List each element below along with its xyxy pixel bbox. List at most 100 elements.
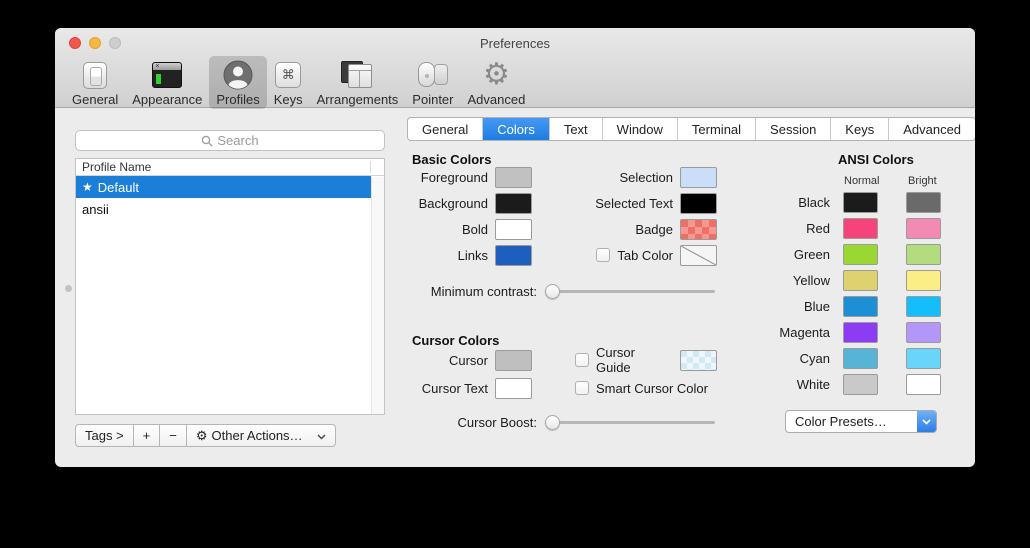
- preferences-window: Preferences General Appearance Profile: [55, 28, 975, 467]
- links-row: Links: [385, 242, 532, 268]
- appearance-icon: [152, 59, 182, 91]
- minimum-contrast-knob[interactable]: [545, 284, 560, 299]
- tab-terminal[interactable]: Terminal: [677, 118, 755, 140]
- ansi-colors-title: ANSI Colors: [838, 152, 914, 167]
- ansi-row-cyan: Cyan: [755, 345, 941, 371]
- foreground-row: Foreground: [385, 164, 532, 190]
- links-color-well[interactable]: [495, 245, 532, 266]
- tab-session[interactable]: Session: [755, 118, 830, 140]
- color-presets-dropdown[interactable]: Color Presets…: [785, 410, 937, 433]
- cursor-guide-color-well[interactable]: [680, 350, 717, 371]
- cursor-guide-checkbox[interactable]: [575, 353, 589, 367]
- cursor-boost-knob[interactable]: [545, 415, 560, 430]
- ansi-row-magenta: Magenta: [755, 319, 941, 345]
- ansi-row-black: Black: [755, 189, 941, 215]
- foreground-color-well[interactable]: [495, 167, 532, 188]
- cursor-colors-right-column: Cursor Guide Smart Cursor Color: [555, 346, 717, 402]
- cursor-color-well[interactable]: [495, 350, 532, 371]
- smart-cursor-color-checkbox[interactable]: [575, 381, 589, 395]
- search-input[interactable]: Search: [75, 130, 385, 151]
- ansi-row-red: Red: [755, 215, 941, 241]
- profile-list-header[interactable]: Profile Name: [76, 159, 384, 176]
- tab-color-checkbox[interactable]: [596, 248, 610, 262]
- tab-advanced[interactable]: Advanced: [888, 118, 975, 140]
- ansi-row-yellow: Yellow: [755, 267, 941, 293]
- profile-tab-bar: General Colors Text Window Terminal Sess…: [407, 117, 975, 141]
- background-row: Background: [385, 190, 532, 216]
- green-bright-well[interactable]: [906, 244, 941, 265]
- chevron-down-icon: [917, 411, 936, 432]
- profile-row-ansii[interactable]: ansii: [76, 198, 371, 220]
- background-color-well[interactable]: [495, 193, 532, 214]
- tab-color-well[interactable]: [680, 245, 717, 266]
- cursor-boost-label: Cursor Boost:: [420, 415, 537, 430]
- white-normal-well[interactable]: [843, 374, 878, 395]
- ansi-bright-header: Bright: [908, 175, 937, 187]
- cursor-text-color-well[interactable]: [495, 378, 532, 399]
- white-bright-well[interactable]: [906, 374, 941, 395]
- red-normal-well[interactable]: [843, 218, 878, 239]
- badge-color-well[interactable]: [680, 219, 717, 240]
- toolbar-item-arrangements[interactable]: Arrangements: [310, 56, 406, 109]
- cyan-bright-well[interactable]: [906, 348, 941, 369]
- selected-text-color-well[interactable]: [680, 193, 717, 214]
- tab-colors[interactable]: Colors: [482, 118, 549, 140]
- blue-bright-well[interactable]: [906, 296, 941, 317]
- other-actions-dropdown[interactable]: ⚙ Other Actions…: [186, 424, 336, 447]
- minimum-contrast-slider[interactable]: [545, 284, 715, 299]
- cursor-row: Cursor: [395, 346, 532, 374]
- remove-profile-button[interactable]: −: [159, 424, 187, 447]
- ansi-colors-grid: Black Red Green Yellow Blue Magenta: [755, 189, 941, 397]
- red-bright-well[interactable]: [906, 218, 941, 239]
- profile-row-default[interactable]: ★ Default: [76, 176, 371, 198]
- cursor-text-row: Cursor Text: [395, 374, 532, 402]
- cursor-guide-row: Cursor Guide: [555, 346, 717, 374]
- keys-icon: ⌘: [275, 59, 301, 91]
- advanced-gear-icon: ⚙: [483, 59, 510, 91]
- minimum-contrast-label: Minimum contrast:: [420, 284, 537, 299]
- gear-icon: ⚙: [196, 428, 208, 444]
- tags-button[interactable]: Tags >: [75, 424, 134, 447]
- tab-general[interactable]: General: [408, 118, 482, 140]
- chevron-down-icon: [317, 428, 326, 443]
- basic-colors-left-column: Foreground Background Bold Links: [385, 164, 532, 268]
- add-profile-button[interactable]: +: [133, 424, 161, 447]
- blue-normal-well[interactable]: [843, 296, 878, 317]
- cyan-normal-well[interactable]: [843, 348, 878, 369]
- search-icon: [201, 135, 213, 147]
- selected-text-row: Selected Text: [555, 190, 717, 216]
- smart-cursor-color-row: Smart Cursor Color: [555, 374, 717, 402]
- splitter-handle-dot[interactable]: [65, 285, 72, 292]
- magenta-bright-well[interactable]: [906, 322, 941, 343]
- tab-keys[interactable]: Keys: [830, 118, 888, 140]
- search-placeholder: Search: [217, 133, 258, 148]
- profile-name: ansii: [82, 202, 109, 217]
- yellow-normal-well[interactable]: [843, 270, 878, 291]
- toolbar-item-advanced[interactable]: ⚙ Advanced: [461, 56, 533, 109]
- window-header: Preferences General Appearance Profile: [55, 28, 975, 108]
- cursor-colors-left-column: Cursor Cursor Text: [395, 346, 532, 402]
- green-normal-well[interactable]: [843, 244, 878, 265]
- selection-color-well[interactable]: [680, 167, 717, 188]
- badge-row: Badge: [555, 216, 717, 242]
- black-bright-well[interactable]: [906, 192, 941, 213]
- magenta-normal-well[interactable]: [843, 322, 878, 343]
- black-normal-well[interactable]: [843, 192, 878, 213]
- toolbar-item-keys[interactable]: ⌘ Keys: [267, 56, 310, 109]
- profile-list: Profile Name ★ Default ansii: [75, 158, 385, 415]
- toolbar-item-general[interactable]: General: [65, 56, 125, 109]
- yellow-bright-well[interactable]: [906, 270, 941, 291]
- toolbar-item-profiles[interactable]: Profiles: [209, 56, 266, 109]
- tab-text[interactable]: Text: [549, 118, 602, 140]
- basic-colors-right-column: Selection Selected Text Badge Tab Color: [555, 164, 717, 268]
- general-icon: [83, 59, 107, 91]
- toolbar-item-appearance[interactable]: Appearance: [125, 56, 209, 109]
- profiles-icon: [223, 59, 253, 91]
- cursor-boost-slider[interactable]: [545, 415, 715, 430]
- window-title: Preferences: [55, 36, 975, 51]
- ansi-row-green: Green: [755, 241, 941, 267]
- profile-list-scrollbar[interactable]: [371, 177, 384, 414]
- toolbar-item-pointer[interactable]: Pointer: [405, 56, 460, 109]
- bold-color-well[interactable]: [495, 219, 532, 240]
- tab-window[interactable]: Window: [602, 118, 677, 140]
